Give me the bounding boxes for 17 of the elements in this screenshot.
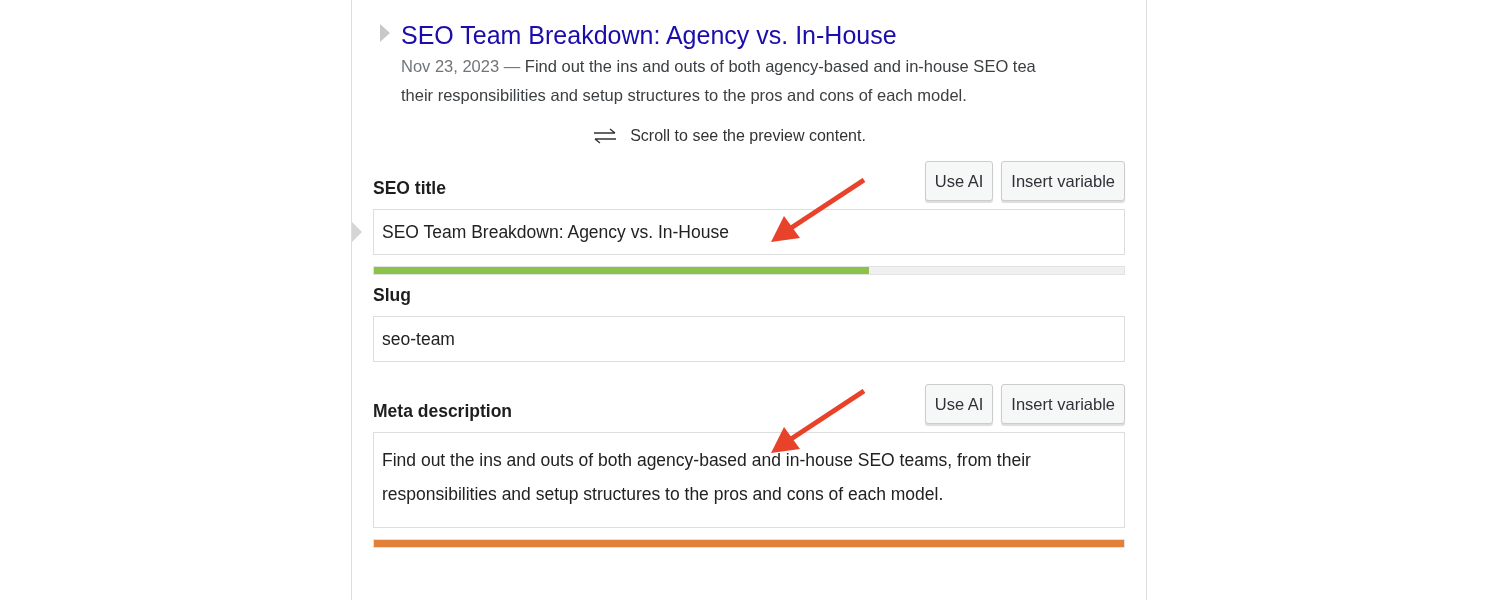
textarea-field[interactable]: Find out the ins and outs of both agency-based and in-house SEO teams, from their responsibilities and setup structures to the pros and cons of each model. [373, 432, 1125, 528]
preview-title[interactable]: SEO Team Breakdown: Agency vs. In-House [400, 20, 1125, 50]
toolbar-button[interactable]: Use AI [924, 384, 994, 424]
scroll-hint: Scroll to see the preview content. [630, 127, 866, 145]
preview-description: their responsibilities and setup structures to the pros and cons of each model. [400, 85, 968, 106]
preview-date: Nov 23, 2023 — [400, 57, 521, 75]
preview-description: Find out the ins and outs of both agency-based and in-house SEO tea [524, 57, 1036, 75]
text-input[interactable]: seo-team [373, 316, 1125, 362]
toolbar-button[interactable]: Use AI [924, 161, 994, 201]
field-label: SEO title [373, 178, 446, 199]
toolbar-button[interactable]: Insert variable [1001, 384, 1125, 424]
field-label: Slug [373, 285, 411, 306]
swap-arrows-icon [592, 127, 619, 145]
toolbar-button[interactable]: Insert variable [1001, 161, 1125, 201]
text-input[interactable]: SEO Team Breakdown: Agency vs. In-House [373, 209, 1125, 255]
field-label: Meta description [373, 401, 513, 422]
caret-icon[interactable] [380, 24, 390, 42]
